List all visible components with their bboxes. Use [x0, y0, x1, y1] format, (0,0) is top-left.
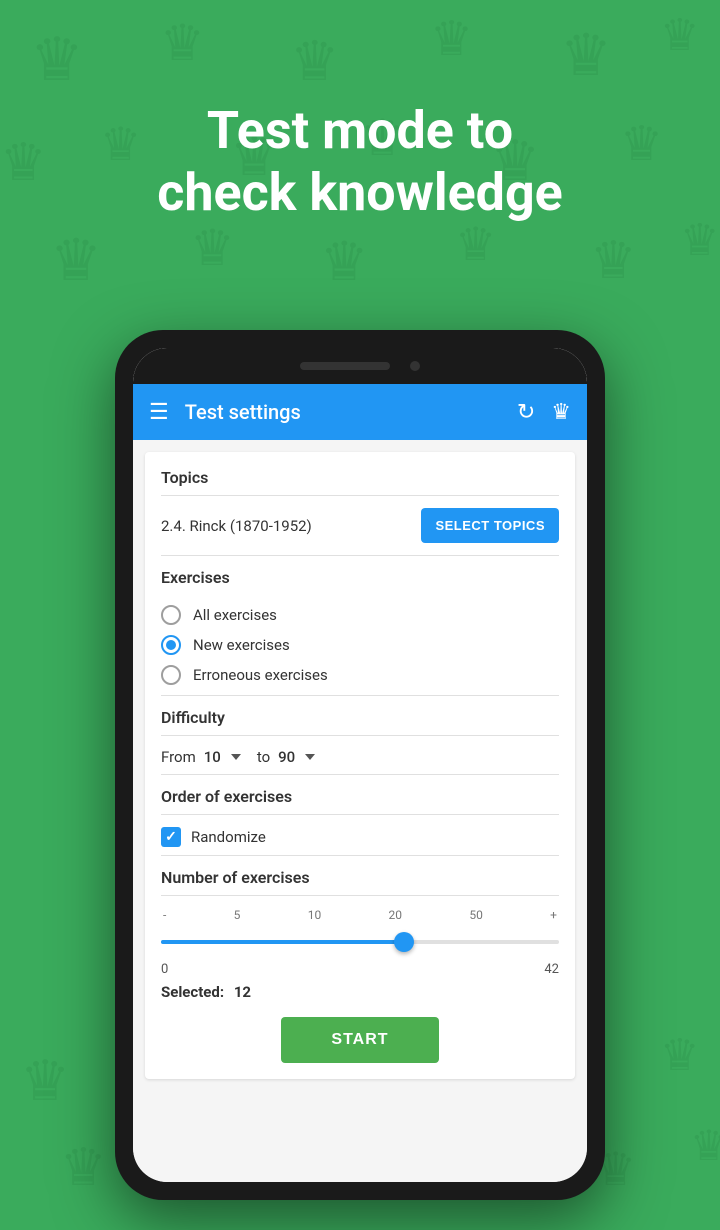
randomize-label: Randomize: [191, 828, 266, 846]
logo-icon[interactable]: ♛: [551, 400, 571, 425]
slider-fill: [161, 940, 404, 944]
svg-text:♛: ♛: [20, 1051, 70, 1113]
difficulty-to-label: to: [257, 748, 270, 766]
difficulty-divider-inner: [161, 735, 559, 736]
order-section: Order of exercises ✓ Randomize: [161, 787, 559, 847]
radio-new-exercises[interactable]: New exercises: [161, 635, 559, 655]
hero-line1: Test mode to: [40, 100, 680, 162]
app-bar-title: Test settings: [185, 400, 501, 424]
radio-new-outer: [161, 635, 181, 655]
scale-50: 50: [469, 908, 483, 922]
speaker-grille: [300, 362, 390, 370]
scale-5: 5: [234, 908, 241, 922]
slider-thumb[interactable]: [394, 932, 414, 952]
start-button[interactable]: START: [281, 1017, 438, 1063]
from-dropdown-icon[interactable]: [231, 754, 241, 760]
slider-container[interactable]: [161, 926, 559, 958]
app-bar-icons: ↻ ♛: [517, 400, 571, 425]
select-topics-button[interactable]: SELECT TOPICS: [421, 508, 559, 543]
order-divider-inner: [161, 814, 559, 815]
checkbox-check-icon: ✓: [165, 829, 177, 845]
topic-text: 2.4. Rinck (1870-1952): [161, 517, 312, 535]
svg-text:♛: ♛: [190, 220, 235, 276]
topics-divider: [161, 495, 559, 496]
svg-text:♛: ♛: [560, 23, 612, 88]
slider-range-start: 0: [161, 962, 168, 977]
selected-count: Selected: 12: [161, 983, 559, 1001]
refresh-icon[interactable]: ↻: [517, 400, 535, 425]
camera-dot: [410, 361, 420, 371]
scale-20: 20: [389, 908, 403, 922]
svg-text:♛: ♛: [660, 1031, 699, 1080]
difficulty-divider-top: [161, 695, 559, 696]
svg-text:♛: ♛: [160, 15, 205, 71]
app-content: ☰ Test settings ↻ ♛ Topics 2.4. Rinck (1…: [133, 384, 587, 1182]
exercises-section: Exercises All exercises New exercises: [161, 568, 559, 685]
difficulty-section: Difficulty From 10 to 90: [161, 708, 559, 766]
svg-text:♛: ♛: [660, 11, 699, 60]
radio-all-label: All exercises: [193, 606, 277, 624]
app-bar: ☰ Test settings ↻ ♛: [133, 384, 587, 440]
phone-frame: ☰ Test settings ↻ ♛ Topics 2.4. Rinck (1…: [115, 330, 605, 1200]
topics-title: Topics: [161, 468, 559, 487]
phone-top-bar: [133, 348, 587, 384]
to-dropdown-icon[interactable]: [305, 754, 315, 760]
svg-text:♛: ♛: [590, 233, 637, 290]
topics-section: Topics 2.4. Rinck (1870-1952) SELECT TOP…: [161, 468, 559, 543]
difficulty-to-value: 90: [278, 748, 295, 766]
radio-erroneous-label: Erroneous exercises: [193, 666, 328, 684]
order-divider-top: [161, 774, 559, 775]
number-divider-top: [161, 855, 559, 856]
number-divider-inner: [161, 895, 559, 896]
randomize-checkbox[interactable]: ✓: [161, 827, 181, 847]
svg-text:♛: ♛: [50, 228, 102, 293]
slider-range-row: 0 42: [161, 962, 559, 977]
radio-all-exercises[interactable]: All exercises: [161, 605, 559, 625]
hero-text: Test mode to check knowledge: [0, 100, 720, 225]
settings-card: Topics 2.4. Rinck (1870-1952) SELECT TOP…: [145, 452, 575, 1079]
scale-minus: -: [163, 908, 166, 922]
randomize-checkbox-row[interactable]: ✓ Randomize: [161, 827, 559, 847]
slider-scale-labels: - 5 10 20 50 +: [161, 908, 559, 922]
order-title: Order of exercises: [161, 787, 559, 806]
svg-text:♛: ♛: [690, 1124, 720, 1170]
difficulty-row: From 10 to 90: [161, 748, 559, 766]
svg-text:♛: ♛: [430, 13, 473, 66]
difficulty-title: Difficulty: [161, 708, 559, 727]
difficulty-from-label: From: [161, 748, 196, 766]
number-title: Number of exercises: [161, 868, 559, 887]
exercises-divider-top: [161, 555, 559, 556]
radio-new-label: New exercises: [193, 636, 290, 654]
start-btn-row: START: [161, 1017, 559, 1063]
radio-erroneous-exercises[interactable]: Erroneous exercises: [161, 665, 559, 685]
radio-all-outer: [161, 605, 181, 625]
svg-text:♛: ♛: [320, 232, 368, 292]
svg-text:♛: ♛: [60, 1140, 107, 1197]
selected-value: 12: [234, 983, 251, 1001]
radio-new-inner: [166, 640, 176, 650]
slider-range-end: 42: [544, 962, 559, 977]
menu-icon[interactable]: ☰: [149, 400, 169, 425]
exercises-title: Exercises: [161, 568, 559, 587]
radio-erroneous-outer: [161, 665, 181, 685]
svg-text:♛: ♛: [30, 27, 84, 93]
difficulty-from-value: 10: [204, 748, 221, 766]
phone-inner: ☰ Test settings ↻ ♛ Topics 2.4. Rinck (1…: [133, 348, 587, 1182]
hero-line2: check knowledge: [40, 162, 680, 224]
scale-plus: +: [550, 908, 557, 922]
svg-text:♛: ♛: [290, 31, 339, 92]
selected-label: Selected:: [161, 983, 224, 1001]
svg-text:♛: ♛: [455, 219, 496, 270]
scale-10: 10: [308, 908, 322, 922]
number-section: Number of exercises - 5 10 20 50 +: [161, 868, 559, 1001]
topic-row: 2.4. Rinck (1870-1952) SELECT TOPICS: [161, 508, 559, 543]
